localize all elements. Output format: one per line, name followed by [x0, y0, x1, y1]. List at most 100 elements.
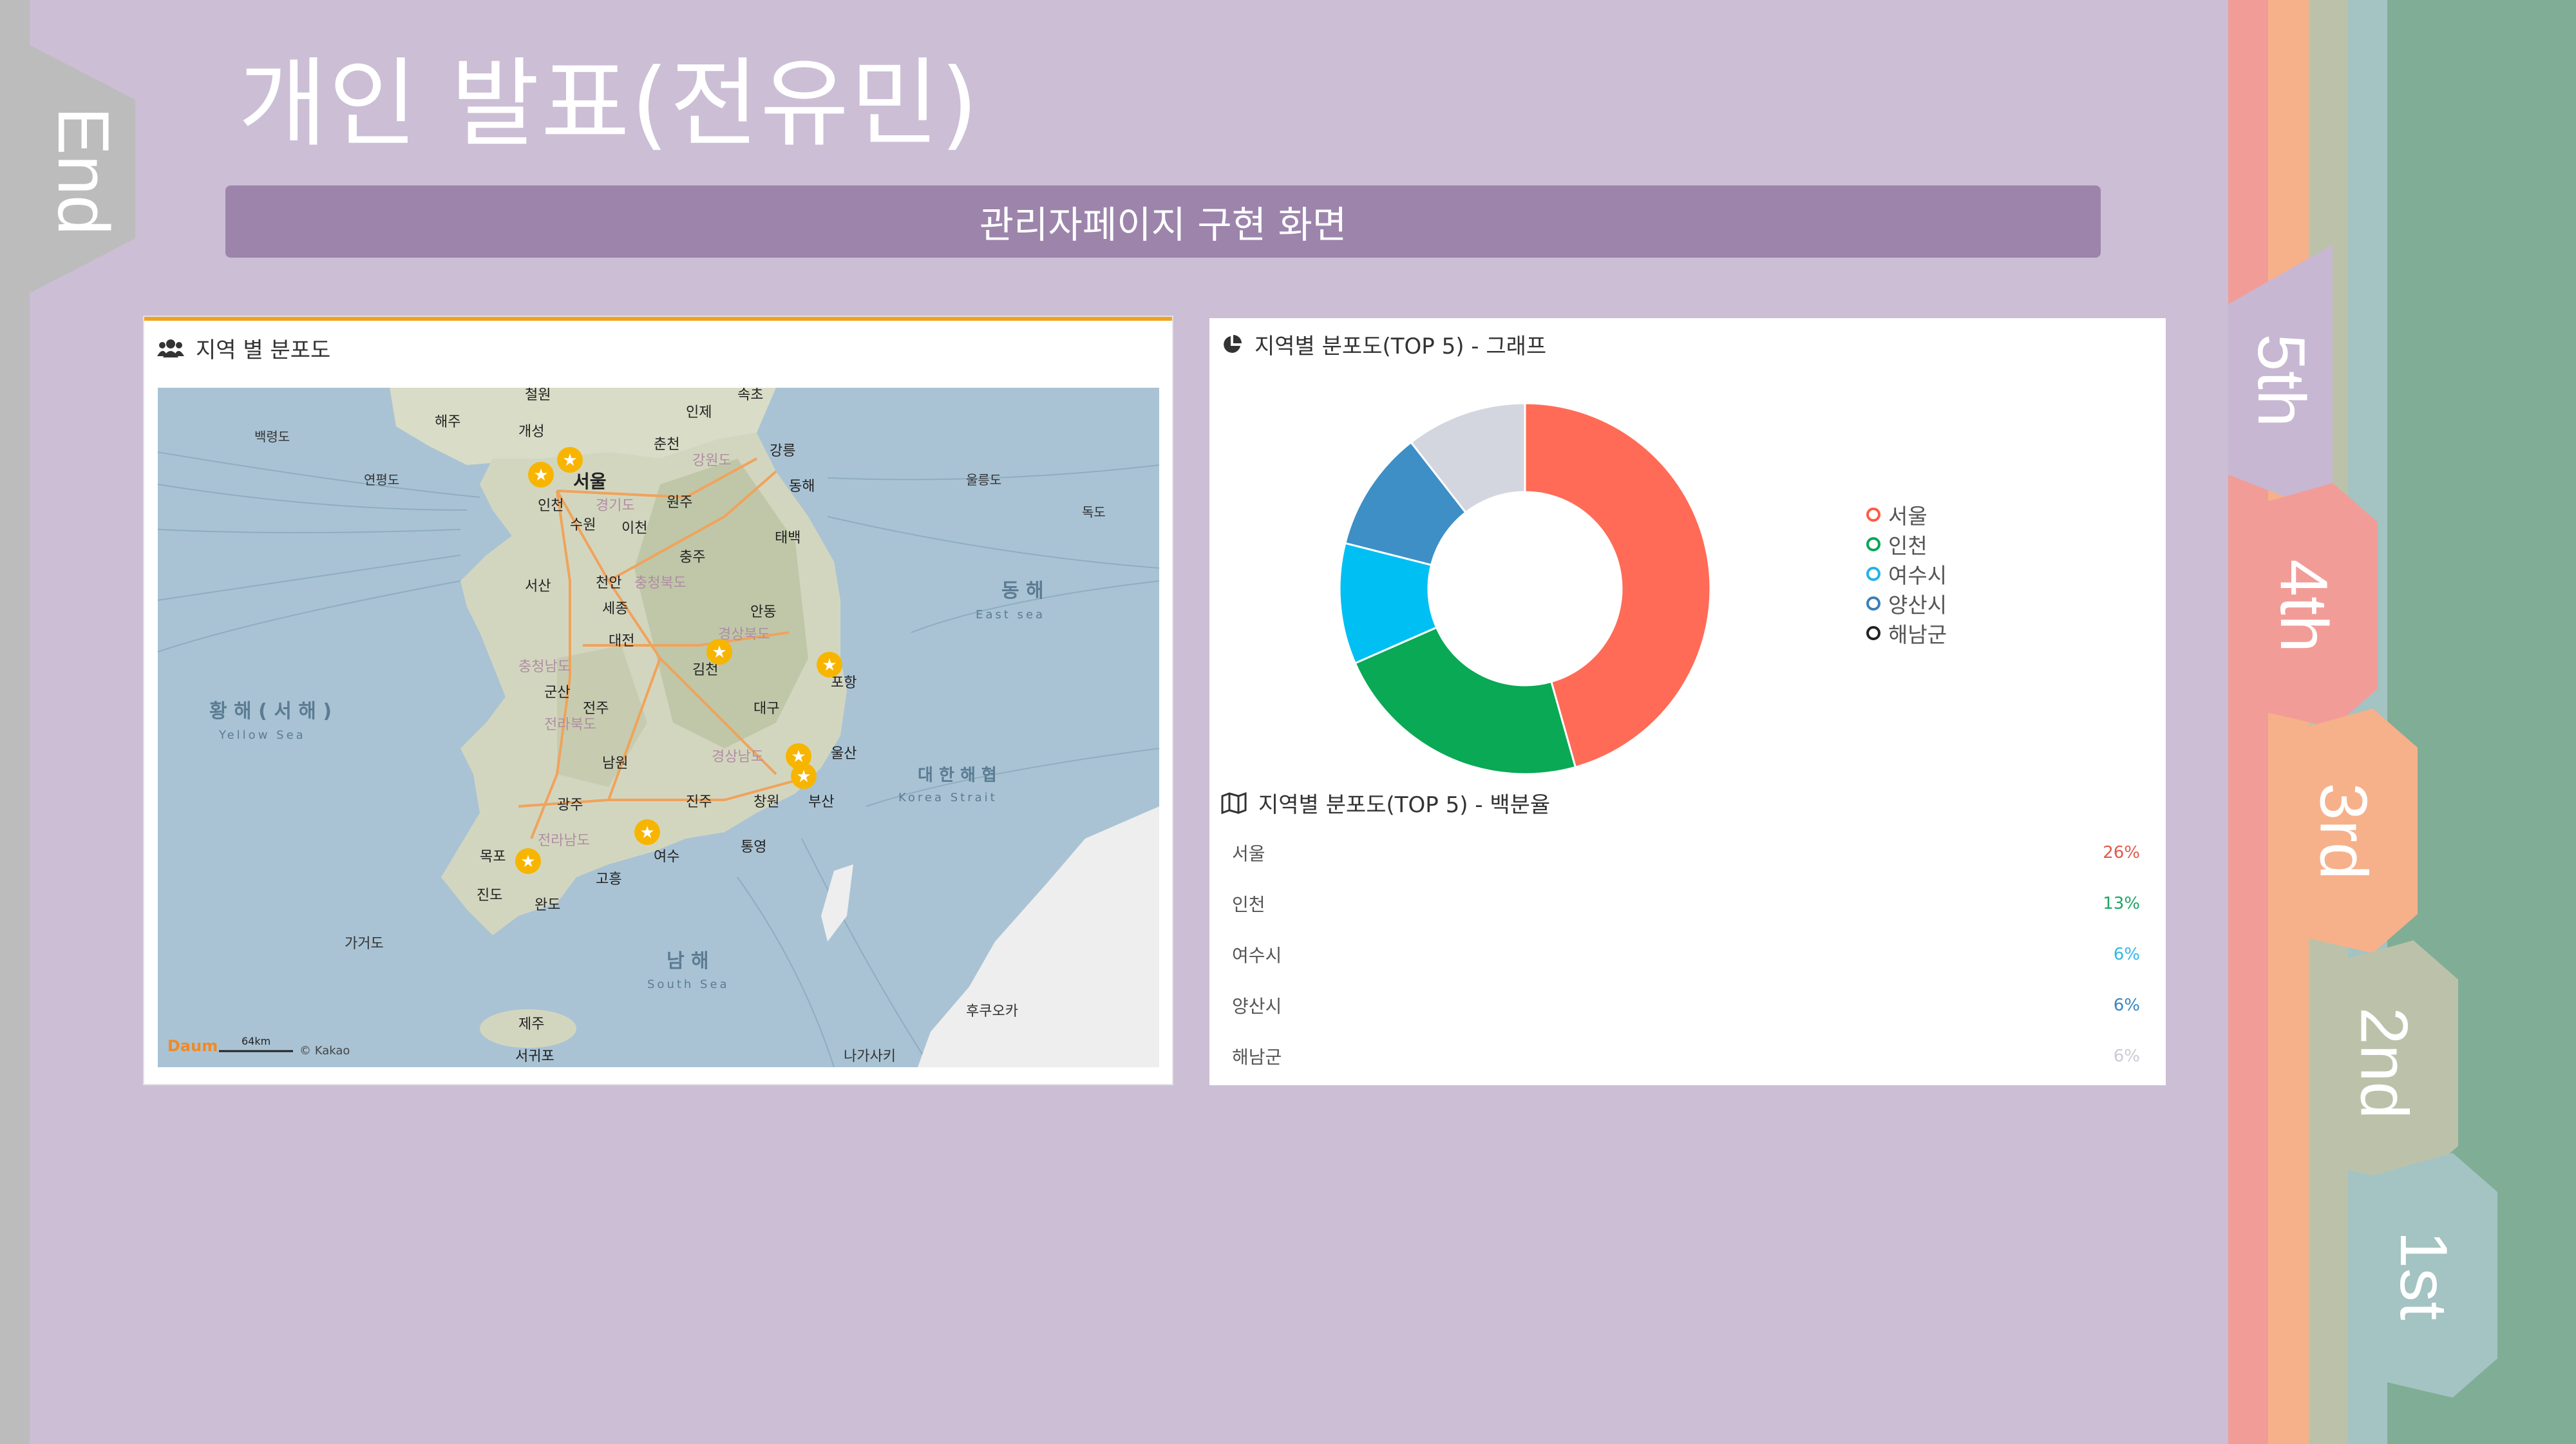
tab-1st-label: 1st	[2385, 1230, 2461, 1320]
map-label-jeonju: 전주	[583, 701, 609, 717]
map-label-gwangju: 광주	[557, 797, 583, 813]
map-label-east-sea: 동 해	[1001, 580, 1044, 602]
map-label-gaeseong: 개성	[518, 424, 544, 440]
legend-item[interactable]: 양산시	[1866, 589, 1947, 618]
map-label-gageodo: 가거도	[345, 936, 384, 952]
map-icon	[1221, 792, 1247, 814]
percent-row-value: 6%	[2113, 1047, 2140, 1066]
svg-text:★: ★	[562, 451, 577, 470]
donut-chart[interactable]	[1325, 389, 1725, 788]
map-label-gyeonggi: 경기도	[596, 498, 635, 514]
map-label-yellow-sea: 황 해 ( 서 해 )	[209, 700, 332, 723]
scale-label: 64km	[242, 1035, 270, 1047]
map-label-chungju: 충주	[679, 549, 705, 565]
legend-label: 해남군	[1888, 622, 1947, 647]
map-label-baengnyeongdo: 백령도	[254, 429, 290, 444]
map-label-seogwipo: 서귀포	[515, 1049, 554, 1065]
map-label-busan: 부산	[808, 794, 834, 810]
percent-row: 양산시 6%	[1232, 993, 2140, 1018]
tab-4th[interactable]: 4th	[2228, 483, 2378, 728]
map-label-daegu: 대구	[753, 701, 779, 717]
percent-row: 여수시 6%	[1232, 942, 2140, 967]
percent-row-value: 13%	[2103, 894, 2140, 913]
map-label-jeju: 제주	[518, 1016, 544, 1032]
map-label-gyeongnam: 경상남도	[712, 749, 764, 765]
percent-row-name: 서울	[1232, 843, 1265, 864]
map-label-incheon: 인천	[538, 498, 564, 514]
map-label-gangneung: 강릉	[770, 443, 795, 459]
map-label-gimcheon: 김천	[692, 662, 718, 678]
percent-row-name: 해남군	[1232, 1047, 1282, 1068]
map-label-gunsan: 군산	[544, 685, 570, 701]
region-chart-panel: 지역별 분포도(TOP 5) - 그래프 서울 인천 여수시 양산시 해남군 지역별 분…	[1209, 318, 2166, 1085]
subtitle-banner: 관리자페이지 구현 화면	[225, 185, 2101, 258]
map-label-sokcho: 속초	[737, 388, 763, 403]
percent-row-name: 양산시	[1232, 996, 1282, 1017]
map-label-south-sea-en: South Sea	[647, 978, 730, 991]
kakao-copyright: © Kakao	[299, 1044, 350, 1058]
legend-circle-icon	[1866, 537, 1880, 551]
marker-yeosu: ★	[634, 819, 660, 845]
map-label-cheorwon: 철원	[525, 388, 551, 403]
map-label-namwon: 남원	[602, 755, 628, 772]
map-label-south-sea: 남 해	[667, 950, 709, 973]
map-label-ulsan: 울산	[831, 746, 857, 762]
map-label-gangwon: 강원도	[692, 453, 732, 469]
percent-title: 지역별 분포도(TOP 5) - 백분율	[1258, 792, 1551, 818]
legend-circle-icon	[1866, 567, 1880, 581]
map-label-inje: 인제	[686, 404, 712, 421]
svg-text:★: ★	[520, 852, 535, 871]
legend-item[interactable]: 인천	[1866, 529, 1947, 559]
map-panel-header: 지역 별 분포도	[157, 332, 330, 364]
legend-item[interactable]: 서울	[1866, 500, 1947, 529]
marker-gimcheon: ★	[706, 639, 732, 665]
legend-item[interactable]: 여수시	[1866, 559, 1947, 589]
map-label-jeonbuk: 전라북도	[544, 717, 596, 733]
map-label-yeonpyeongdo: 연평도	[364, 472, 399, 488]
percent-row-name: 인천	[1232, 894, 1265, 915]
legend-item[interactable]: 해남군	[1866, 618, 1947, 648]
percent-header: 지역별 분포도(TOP 5) - 백분율	[1221, 787, 1550, 819]
map-label-nagasaki: 나가사키	[844, 1049, 896, 1065]
percent-row: 인천 13%	[1232, 891, 2140, 917]
map-label-goheung: 고흥	[596, 871, 621, 888]
graph-title: 지역별 분포도(TOP 5) - 그래프	[1255, 334, 1547, 359]
graph-header: 지역별 분포도(TOP 5) - 그래프	[1221, 328, 1546, 360]
map-label-ulleungdo: 울릉도	[966, 472, 1001, 488]
map-label-pohang: 포항	[831, 675, 857, 691]
end-tab-label[interactable]: End	[35, 97, 132, 245]
map-label-korea-strait-en: Korea Strait	[898, 791, 998, 804]
tab-3rd[interactable]: 3rd	[2268, 708, 2418, 953]
tab-1st[interactable]: 1st	[2348, 1153, 2497, 1398]
map-label-east-sea-en: East sea	[976, 608, 1045, 622]
legend-label: 인천	[1888, 533, 1927, 558]
percent-row-value: 26%	[2103, 843, 2140, 862]
marker-incheon: ★	[528, 462, 554, 488]
map-label-jeonnam: 전라남도	[538, 833, 590, 849]
map-label-taebaek: 태백	[775, 530, 800, 546]
svg-text:★: ★	[712, 643, 726, 662]
map-label-changwon: 창원	[753, 794, 779, 810]
legend-label: 서울	[1888, 504, 1927, 529]
tab-5th-label: 5th	[2243, 333, 2318, 427]
stripe-5th	[2228, 0, 2273, 1444]
map-label-sejong: 세종	[602, 601, 628, 617]
map-label-andong: 안동	[750, 604, 776, 620]
map-label-dokdo: 독도	[1082, 504, 1106, 520]
map-canvas[interactable]: 동 해 East sea 황 해 ( 서 해 ) Yellow Sea 남 해 …	[158, 388, 1159, 1067]
svg-text:★: ★	[796, 767, 811, 786]
korea-map[interactable]: 동 해 East sea 황 해 ( 서 해 ) Yellow Sea 남 해 …	[158, 388, 1159, 1067]
percent-row-name: 여수시	[1232, 945, 1282, 966]
chart-legend: 서울인천 여수시양산시해남군	[1866, 500, 1947, 648]
svg-text:★: ★	[533, 466, 548, 485]
tab-2nd[interactable]: 2nd	[2309, 940, 2458, 1185]
map-label-cheonan: 천안	[596, 575, 621, 591]
tab-2nd-label: 2nd	[2346, 1007, 2421, 1119]
map-label-wando: 완도	[535, 897, 560, 913]
users-icon	[157, 339, 184, 357]
legend-label: 양산시	[1888, 593, 1947, 618]
map-label-jinju: 진주	[686, 794, 712, 810]
map-label-mokpo: 목포	[480, 849, 506, 865]
daum-logo: Daum	[167, 1037, 218, 1055]
pie-chart-icon	[1224, 334, 1242, 353]
